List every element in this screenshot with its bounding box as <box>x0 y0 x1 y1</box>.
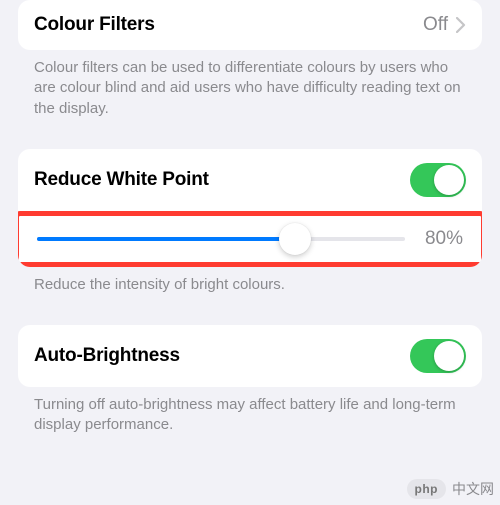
slider-fill <box>37 237 295 241</box>
reduce-white-point-row: Reduce White Point <box>18 149 482 211</box>
slider-thumb[interactable] <box>279 223 311 255</box>
reduce-white-point-help: Reduce the intensity of bright colours. <box>18 267 482 295</box>
colour-filters-row[interactable]: Colour Filters Off <box>18 0 482 50</box>
watermark-pill: php <box>407 479 447 499</box>
reduce-white-point-slider[interactable] <box>37 237 405 241</box>
colour-filters-value: Off <box>423 14 448 36</box>
reduce-white-point-label: Reduce White Point <box>34 169 410 191</box>
reduce-white-point-card: Reduce White Point 80% <box>18 149 482 267</box>
toggle-knob <box>434 165 464 195</box>
watermark-text: 中文网 <box>452 479 494 499</box>
auto-brightness-label: Auto-Brightness <box>34 345 410 367</box>
toggle-knob <box>434 341 464 371</box>
reduce-white-point-slider-value: 80% <box>425 228 463 250</box>
auto-brightness-card: Auto-Brightness <box>18 325 482 387</box>
reduce-white-point-slider-highlight: 80% <box>18 211 482 267</box>
auto-brightness-toggle[interactable] <box>410 339 466 373</box>
chevron-right-icon <box>456 17 466 33</box>
watermark: php 中文网 <box>407 479 495 499</box>
auto-brightness-help: Turning off auto-brightness may affect b… <box>18 387 482 436</box>
colour-filters-help: Colour filters can be used to differenti… <box>18 50 482 119</box>
colour-filters-label: Colour Filters <box>34 14 423 36</box>
reduce-white-point-toggle[interactable] <box>410 163 466 197</box>
auto-brightness-row: Auto-Brightness <box>18 325 482 387</box>
